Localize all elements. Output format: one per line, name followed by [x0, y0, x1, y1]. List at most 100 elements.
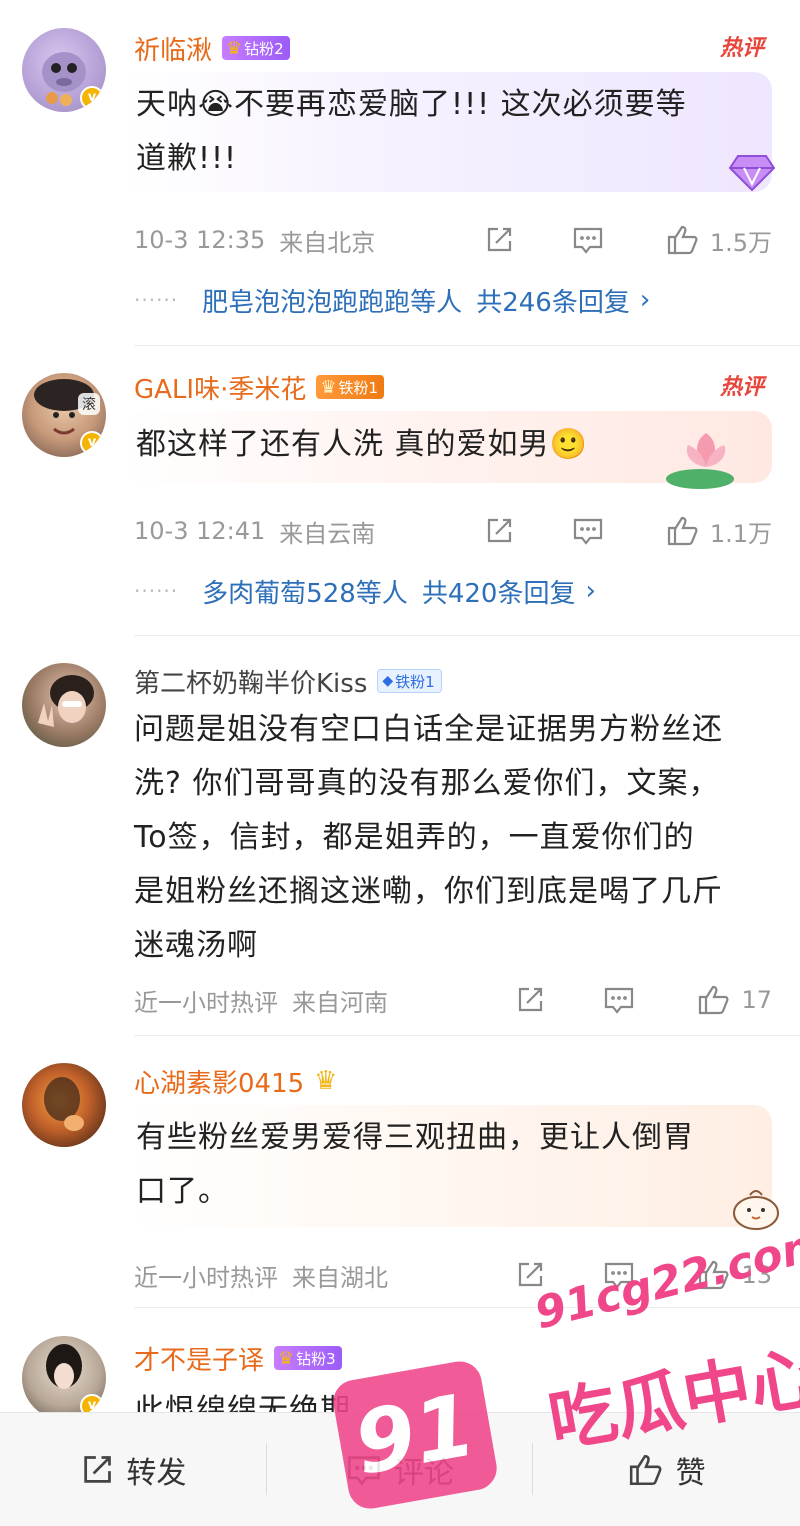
avatar[interactable]: v [22, 1336, 106, 1420]
comment-icon [573, 227, 602, 254]
reply-users: 肥皂泡泡泡跑跑跑 [202, 287, 411, 318]
thumbs-up-icon [667, 516, 698, 546]
username[interactable]: 才不是子译 [134, 1340, 264, 1377]
like-button[interactable]: 赞 [533, 1413, 800, 1526]
repost-button[interactable]: 转发 [0, 1413, 267, 1526]
comment-text-line: 问题是姐没有空口白话全是证据男方粉丝还 [134, 712, 723, 747]
avatar-photo-icon [38, 675, 94, 727]
like-label: 赞 [675, 1455, 706, 1491]
fan-badge[interactable]: ◆ 铁粉1 [377, 669, 442, 693]
share-icon [487, 227, 511, 252]
avatar-sticker-text: 滚 [82, 396, 96, 413]
share-icon [519, 987, 543, 1012]
fan-badge[interactable]: ♛ 钻粉3 [274, 1346, 342, 1370]
thumbs-up-icon [629, 1454, 662, 1485]
repost-label: 转发 [126, 1455, 187, 1491]
comment-bubble: 有些粉丝爱男爱得三观扭曲，更让人倒胃 口了。 [124, 1105, 772, 1227]
bottom-action-bar: 转发 评论 赞 [0, 1412, 800, 1526]
crown-icon: ♛ [278, 1347, 295, 1369]
avatar-photo-icon [44, 1077, 84, 1131]
comment-label: 评论 [394, 1455, 454, 1491]
avatar[interactable] [22, 663, 106, 747]
comment-text-line: 天呐😭不要再恋爱脑了!!! 这次必须要等 [136, 87, 687, 122]
username[interactable]: 第二杯奶鞠半价Kiss [134, 663, 367, 700]
share-button[interactable] [484, 225, 514, 255]
like-button[interactable]: 1.5万 [666, 223, 772, 258]
verified-icon: v [80, 86, 104, 110]
divider [134, 635, 800, 636]
comment-bubble: 都这样了还有人洗 真的爱如男🙂 [124, 411, 772, 483]
comment-time: 近一小时热评 [134, 988, 278, 1017]
dots-icon: ······ [134, 288, 179, 312]
share-icon [487, 518, 511, 543]
reply-button[interactable] [572, 516, 604, 546]
reply-summary-link[interactable]: ······ 多肉葡萄528 等人 共420条回复 › [134, 571, 596, 611]
comment-time: 10-3 12:35 [134, 226, 266, 254]
comment-location: 来自湖北 [292, 1263, 388, 1292]
reply-count: 共246条回复 [476, 287, 630, 318]
comment-text-line: 都这样了还有人洗 真的爱如男🙂 [136, 427, 588, 462]
comment-button[interactable]: 评论 [267, 1413, 534, 1526]
fan-badge[interactable]: ♛ 钻粉2 [222, 36, 290, 60]
chevron-right-icon: › [585, 576, 596, 606]
avatar[interactable] [22, 1063, 106, 1147]
divider [134, 345, 800, 346]
reply-button[interactable] [572, 225, 604, 255]
thumbs-up-icon [699, 1260, 729, 1290]
reply-count: 共420条回复 [421, 578, 576, 609]
share-button[interactable] [515, 1260, 545, 1290]
comment-icon [605, 987, 634, 1014]
username[interactable]: 祈临湫 [134, 30, 212, 67]
share-icon [84, 1455, 112, 1483]
thumbs-up-icon [667, 225, 698, 255]
comment-location: 来自北京 [279, 228, 376, 257]
comment-bubble: 天呐😭不要再恋爱脑了!!! 这次必须要等 道歉!!! [124, 72, 772, 192]
thumbs-up-icon [699, 985, 729, 1015]
fan-badge[interactable]: ♛ 铁粉1 [316, 375, 385, 399]
avatar[interactable]: 滚 v [22, 373, 106, 457]
divider [134, 1035, 800, 1036]
reply-button[interactable] [603, 985, 635, 1015]
share-icon [519, 1262, 543, 1287]
chevron-right-icon: › [639, 285, 651, 315]
verified-icon: v [80, 431, 104, 455]
like-count: 1.5万 [709, 228, 772, 257]
reply-suffix: 等人 [410, 287, 463, 318]
avatar[interactable]: v [22, 28, 106, 112]
comment-text: 问题是姐没有空口白话全是证据男方粉丝还 洗? 你们哥哥真的没有那么爱你们，文案，… [134, 703, 772, 973]
comment-location: 来自云南 [279, 519, 376, 548]
like-count: 17 [741, 986, 772, 1014]
like-count: 1.1万 [709, 519, 772, 548]
comment-text-line: 有些粉丝爱男爱得三观扭曲，更让人倒胃 [136, 1120, 694, 1155]
comment-text-line: 道歉!!! [136, 141, 238, 176]
divider [134, 1307, 800, 1308]
reply-button[interactable] [603, 1260, 635, 1290]
comment-text-line: 是姐粉丝还搁这迷嘞，你们到底是喝了几斤 [134, 874, 723, 909]
comment-time: 10-3 12:41 [134, 517, 266, 545]
hot-comment-label: 热评 [719, 36, 764, 61]
crown-icon: ♛ [314, 1066, 338, 1096]
comment-text-line: 洗? 你们哥哥真的没有那么爱你们，文案， [134, 766, 720, 801]
reply-users: 多肉葡萄528 [202, 578, 356, 609]
like-count: 13 [741, 1261, 772, 1289]
comment-text-line: 口了。 [136, 1174, 229, 1209]
like-button[interactable]: 1.1万 [666, 514, 772, 549]
crown-icon: ♛ [320, 376, 337, 398]
username[interactable]: 心湖素影0415 [134, 1063, 304, 1100]
comment-icon [573, 518, 602, 545]
diamond-small-icon: ◆ [382, 673, 394, 689]
comment-icon [348, 1455, 380, 1486]
crown-icon: ♛ [226, 37, 243, 59]
dots-icon: ······ [134, 579, 179, 603]
reply-suffix: 等人 [355, 578, 408, 609]
share-button[interactable] [484, 516, 514, 546]
like-button[interactable]: 13 [697, 1259, 772, 1291]
comment-text-line: To签，信封，都是姐弄的，一直爱你们的 [134, 820, 695, 855]
comment-location: 来自河南 [292, 988, 388, 1017]
share-button[interactable] [515, 985, 545, 1015]
reply-summary-link[interactable]: ······ 肥皂泡泡泡跑跑跑 等人 共246条回复 › [134, 280, 650, 320]
like-button[interactable]: 17 [697, 984, 772, 1016]
username[interactable]: GALI味·季米花 [134, 369, 306, 406]
comment-icon [605, 1262, 634, 1289]
comment-text-line: 迷魂汤啊 [134, 928, 258, 963]
